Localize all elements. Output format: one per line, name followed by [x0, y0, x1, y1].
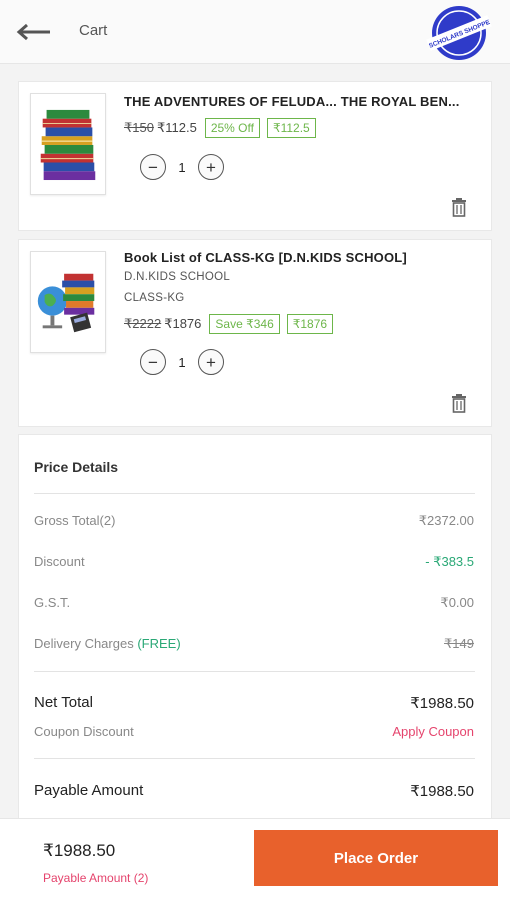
savings-badge: Save ₹346 [209, 314, 280, 334]
product-class: CLASS-KG [124, 292, 185, 304]
decrease-quantity-button[interactable]: − [140, 349, 166, 375]
cart-item: Book List of CLASS-KG [D.N.KIDS SCHOOL] … [18, 239, 492, 427]
price-badge: ₹112.5 [266, 118, 316, 138]
net-total-label: Net Total [34, 694, 93, 711]
sale-price: ₹1876 [164, 316, 202, 331]
price-row: ₹2222 ₹1876 Save ₹346 ₹1876 [124, 314, 340, 334]
quantity-value: 1 [178, 354, 186, 370]
gst-label: G.S.T. [34, 595, 71, 610]
place-order-button[interactable]: Place Order [254, 830, 498, 886]
product-school: D.N.KIDS SCHOOL [124, 271, 231, 283]
divider [34, 493, 475, 494]
page-title: Cart [79, 22, 108, 39]
gross-total-value: ₹2372.00 [418, 513, 474, 528]
delivery-charges-text: Delivery Charges [34, 636, 134, 651]
price-row: ₹150 ₹112.5 25% Off ₹112.5 [124, 118, 323, 138]
delivery-free-tag: (FREE) [137, 636, 181, 651]
delivery-charges-label: Delivery Charges (FREE) [34, 636, 181, 651]
original-price: ₹150 [124, 120, 154, 135]
arrow-left-icon[interactable] [16, 22, 52, 42]
scholars-shoppe-logo: SCHOLARS SHOPPE [426, 6, 492, 60]
trash-icon[interactable] [451, 198, 467, 217]
delivery-charges-value: ₹149 [444, 636, 474, 651]
quantity-value: 1 [178, 159, 186, 175]
gst-value: ₹0.00 [440, 595, 474, 610]
product-title[interactable]: Book List of CLASS-KG [D.N.KIDS SCHOOL] [124, 250, 407, 265]
decrease-quantity-button[interactable]: − [140, 154, 166, 180]
product-image[interactable] [30, 93, 106, 195]
divider [34, 671, 475, 672]
quantity-stepper: − 1 + [140, 349, 224, 375]
books-globe-icon [31, 252, 105, 352]
cart-item: THE ADVENTURES OF FELUDA... THE ROYAL BE… [18, 81, 492, 231]
discount-value: - ₹383.5 [425, 554, 474, 569]
discount-badge: 25% Off [204, 118, 260, 138]
price-details-card: Price Details Gross Total(2) ₹2372.00 Di… [18, 434, 492, 824]
app-header: Cart SCHOLARS SHOPPE [0, 0, 510, 64]
discount-label: Discount [34, 554, 85, 569]
coupon-discount-label: Coupon Discount [34, 724, 134, 739]
payable-amount-label: Payable Amount [34, 782, 144, 799]
trash-icon[interactable] [451, 394, 467, 413]
checkout-amount-label: Payable Amount (2) [43, 871, 149, 885]
payable-amount-value: ₹1988.50 [410, 783, 474, 800]
original-price: ₹2222 [124, 316, 162, 331]
sale-price: ₹112.5 [156, 120, 197, 135]
checkout-bar: ₹1988.50 Payable Amount (2) Place Order [0, 818, 510, 900]
increase-quantity-button[interactable]: + [198, 349, 224, 375]
price-details-heading: Price Details [34, 459, 119, 475]
book-stack-icon [31, 94, 105, 194]
product-image[interactable] [30, 251, 106, 353]
checkout-amount: ₹1988.50 [43, 841, 116, 860]
gross-total-label: Gross Total(2) [34, 513, 116, 528]
net-total-value: ₹1988.50 [410, 695, 474, 712]
product-title[interactable]: THE ADVENTURES OF FELUDA... THE ROYAL BE… [124, 94, 460, 109]
apply-coupon-link[interactable]: Apply Coupon [392, 724, 474, 739]
price-badge: ₹1876 [286, 314, 334, 334]
divider [34, 758, 475, 759]
increase-quantity-button[interactable]: + [198, 154, 224, 180]
quantity-stepper: − 1 + [140, 154, 224, 180]
